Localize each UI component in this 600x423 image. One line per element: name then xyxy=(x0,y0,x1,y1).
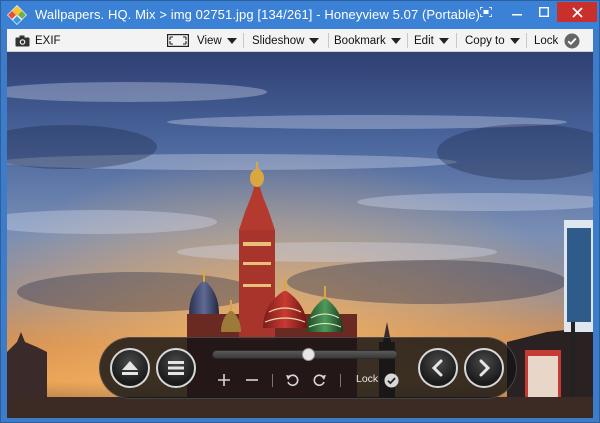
menu-icon xyxy=(168,361,184,375)
control-lock-label: Lock xyxy=(356,373,379,385)
rotate-right-button[interactable] xyxy=(310,371,330,389)
control-bar: Lock xyxy=(99,337,517,399)
minimize-button[interactable] xyxy=(503,1,531,23)
app-window: Wallpapers. HQ. Mix > img 02751.jpg [134… xyxy=(0,0,600,423)
copy-to-menu[interactable]: Copy to xyxy=(465,29,520,52)
bookmark-label: Bookmark xyxy=(334,34,386,47)
next-button[interactable] xyxy=(464,348,504,388)
zoom-in-button[interactable] xyxy=(214,371,234,389)
copy-to-label: Copy to xyxy=(465,34,505,47)
fullscreen-button[interactable] xyxy=(475,1,497,23)
camera-icon xyxy=(15,35,30,46)
edit-menu[interactable]: Edit xyxy=(414,29,449,52)
chevron-down-icon xyxy=(509,37,520,44)
title-bar[interactable]: Wallpapers. HQ. Mix > img 02751.jpg [134… xyxy=(1,1,599,29)
edit-label: Edit xyxy=(414,34,434,47)
view-menu[interactable]: View xyxy=(167,29,237,52)
check-circle-icon xyxy=(383,372,399,388)
slideshow-label: Slideshow xyxy=(252,34,305,47)
toolbar-divider xyxy=(407,33,408,48)
zoom-out-button[interactable] xyxy=(242,371,262,389)
minimize-icon xyxy=(512,14,522,16)
maximize-icon xyxy=(539,7,549,17)
menu-button[interactable] xyxy=(156,348,196,388)
rotate-left-icon xyxy=(286,374,299,386)
view-label: View xyxy=(197,34,222,47)
previous-button[interactable] xyxy=(418,348,458,388)
zoom-out-icon xyxy=(246,379,258,381)
previous-icon xyxy=(431,359,443,377)
close-button[interactable] xyxy=(557,2,597,22)
chevron-down-icon xyxy=(438,37,449,44)
slideshow-menu[interactable]: Slideshow xyxy=(252,29,320,52)
toolbar-divider xyxy=(243,33,244,48)
fullscreen-icon xyxy=(480,7,492,17)
exif-button[interactable]: EXIF xyxy=(15,29,61,52)
next-icon xyxy=(479,359,491,377)
exif-label: EXIF xyxy=(35,34,61,47)
check-circle-icon xyxy=(564,33,580,48)
control-divider xyxy=(272,374,273,387)
zoom-slider[interactable] xyxy=(212,348,398,361)
control-divider xyxy=(340,374,341,387)
bookmark-menu[interactable]: Bookmark xyxy=(334,29,401,52)
close-icon xyxy=(571,6,583,18)
rotate-left-button[interactable] xyxy=(282,371,302,389)
app-icon xyxy=(7,5,27,25)
eject-button[interactable] xyxy=(110,348,150,388)
lock-button[interactable]: Lock xyxy=(534,29,580,52)
chevron-down-icon xyxy=(390,37,401,44)
toolbar-divider xyxy=(328,33,329,48)
toolbar-divider xyxy=(456,33,457,48)
view-frame-icon xyxy=(167,34,189,47)
chevron-down-icon xyxy=(226,37,237,44)
lock-label: Lock xyxy=(534,34,559,47)
chevron-down-icon xyxy=(309,37,320,44)
slider-thumb[interactable] xyxy=(301,348,315,361)
eject-icon xyxy=(122,361,138,375)
rotate-right-icon xyxy=(313,374,326,386)
maximize-button[interactable] xyxy=(531,1,557,23)
toolbar-divider xyxy=(526,33,527,48)
control-lock-button[interactable] xyxy=(382,371,400,389)
window-title: Wallpapers. HQ. Mix > img 02751.jpg [134… xyxy=(35,7,481,22)
zoom-in-icon xyxy=(218,374,230,386)
image-viewport[interactable]: Lock xyxy=(7,52,593,418)
toolbar: EXIF View Slideshow Bookmark Edit Copy t… xyxy=(7,29,593,52)
